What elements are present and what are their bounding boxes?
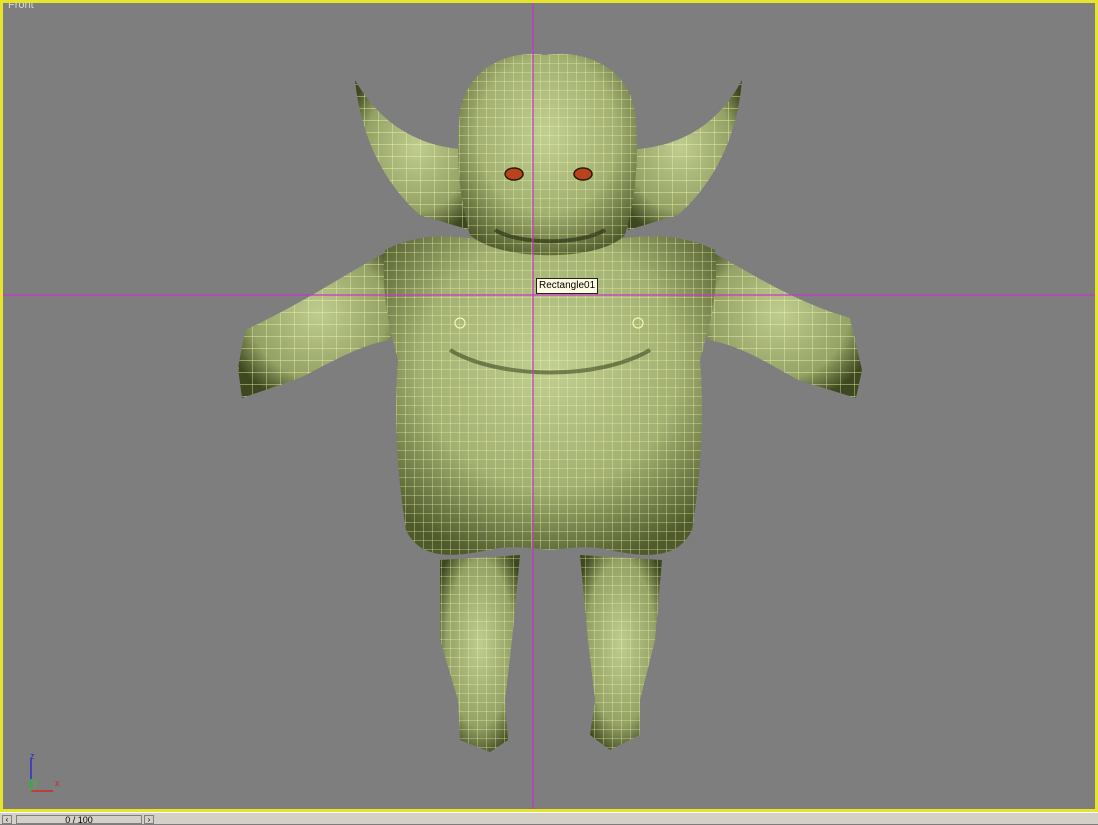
time-slider-bar: ‹ 0 / 100 › [0,812,1098,825]
selection-tooltip: Rectangle01 [536,278,599,294]
front-viewport[interactable]: Front Rectangle01 z y x [0,0,1098,812]
axis-tripod: z y x [30,751,60,792]
scene-canvas[interactable] [3,3,1095,809]
axis-z-label: z [30,751,35,761]
goblin-model[interactable] [238,53,862,752]
axis-x-label: x [55,778,60,788]
axis-y-label: y [33,777,38,787]
left-eye [504,167,524,181]
right-eye [573,167,593,181]
